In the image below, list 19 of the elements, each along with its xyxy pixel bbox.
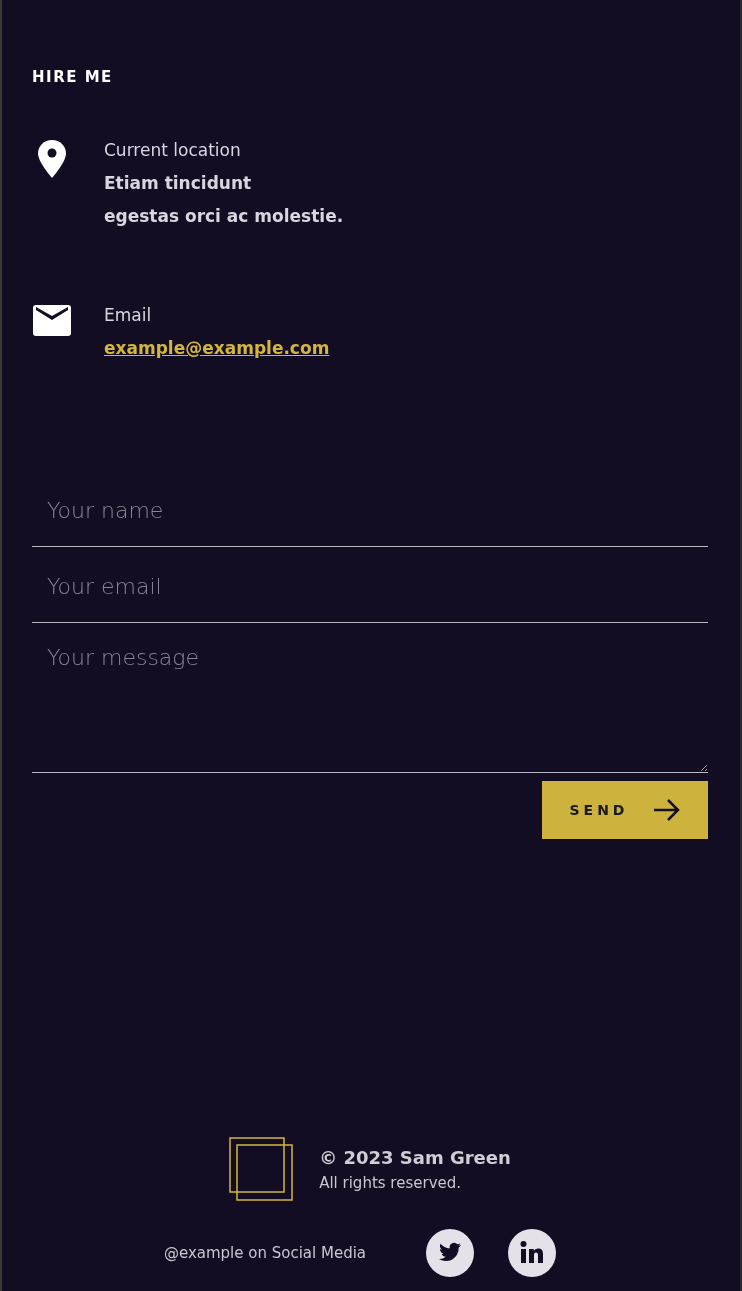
contact-label: Email [104, 304, 153, 327]
envelope-icon [33, 305, 71, 336]
rights-text: All rights reserved. [319, 1173, 463, 1192]
arrow-right-icon [654, 799, 681, 821]
in-logo-icon[interactable] [508, 1229, 557, 1277]
copyright-text: © 2023 Sam Green [319, 1146, 511, 1168]
bird-icon[interactable] [426, 1229, 475, 1277]
text-field[interactable]: Your email [32, 547, 708, 623]
address-line: egestas orci ac molestie. [104, 205, 344, 228]
send-button[interactable]: SEND [542, 781, 708, 839]
address-line: Etiam tincidunt [104, 172, 253, 195]
message-field[interactable]: Your message [32, 623, 708, 773]
section-title: HIRE ME [32, 68, 114, 86]
logo-icon [229, 1137, 294, 1201]
contact-label: Current location [104, 139, 242, 162]
location-pin-icon [38, 140, 66, 178]
text-field[interactable]: Your name [32, 471, 708, 547]
email-link[interactable]: example@example.com [104, 336, 330, 361]
social-media-text: @example on Social Media [163, 1244, 367, 1262]
